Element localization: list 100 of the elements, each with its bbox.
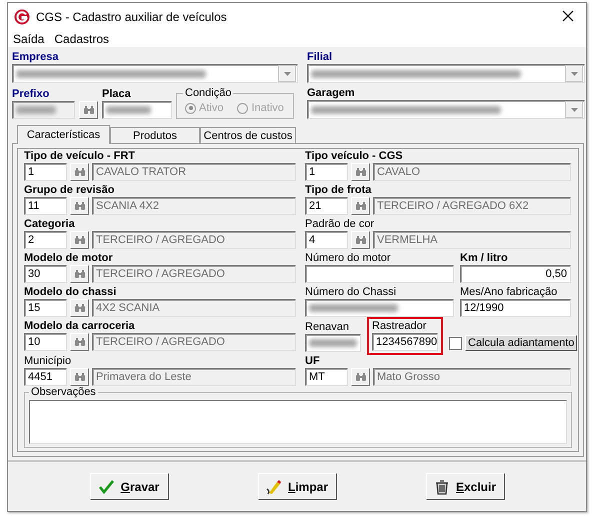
input-field[interactable]	[305, 334, 361, 352]
binoculars-icon	[74, 337, 86, 347]
field-label: Número do motor	[305, 252, 391, 265]
field-label: UF	[305, 355, 320, 368]
input-field: VERMELHA	[373, 231, 571, 249]
checkmark-icon	[98, 478, 115, 494]
dropdown-arrow-icon	[570, 72, 578, 76]
field-label: Filial	[307, 51, 332, 64]
field-label: Empresa	[12, 51, 58, 64]
field-label: Município	[24, 355, 72, 368]
input-field: TERCEIRO / AGREGADO	[92, 265, 296, 283]
binoculars-icon	[354, 167, 366, 177]
input-field[interactable]: 1	[24, 163, 67, 181]
search-button[interactable]	[79, 101, 98, 119]
field-label: Grupo de revisão	[24, 184, 114, 197]
field-label: Placa	[102, 88, 131, 101]
menu-item[interactable]: Cadastros	[54, 32, 110, 46]
input-field: TERCEIRO / AGREGADO	[92, 333, 296, 351]
binoculars-icon	[82, 105, 94, 115]
input-field[interactable]: MT	[305, 368, 348, 386]
binoculars-icon	[74, 167, 86, 177]
field-label: Modelo do chassi	[24, 286, 116, 299]
input-field[interactable]: 0,50	[460, 265, 571, 283]
field-label: Tipo de frota	[305, 184, 372, 197]
input-field: CAVALO TRATOR	[92, 163, 296, 181]
field-label: Garagem	[307, 87, 355, 100]
search-button[interactable]	[70, 231, 89, 249]
field-label: Modelo de motor	[24, 252, 113, 265]
input-field[interactable]	[102, 101, 172, 119]
input-field[interactable]: 1234567890	[372, 333, 438, 351]
input-field: 4X2 SCANIA	[92, 299, 296, 317]
search-button[interactable]	[70, 265, 89, 283]
input-field[interactable]: 10	[24, 333, 67, 351]
input-field: CAVALO	[373, 163, 571, 181]
checkbox[interactable]	[449, 336, 462, 350]
logo-icon	[14, 9, 30, 25]
field-label: Tipo de veículo - FRT	[24, 150, 136, 163]
search-button[interactable]	[70, 368, 89, 386]
field-label: Rastreador	[372, 320, 426, 333]
input-field[interactable]	[12, 101, 75, 119]
clear-button[interactable]: Limpar	[258, 473, 336, 500]
binoculars-icon	[74, 372, 86, 382]
delete-button[interactable]: Excluir	[426, 473, 504, 500]
field-label: Km / litro	[460, 252, 508, 265]
input-field[interactable]: 1	[305, 163, 348, 181]
input-field[interactable]: 12/1990	[460, 299, 571, 317]
input-field[interactable]: 15	[24, 299, 67, 317]
search-button[interactable]	[351, 163, 370, 181]
binoculars-icon	[354, 235, 366, 245]
input-field[interactable]: 21	[305, 197, 348, 215]
binoculars-icon	[74, 303, 86, 313]
group-label: Condição	[183, 87, 234, 99]
field-label: Renavan	[305, 321, 350, 334]
binoculars-icon	[74, 235, 86, 245]
input-field[interactable]	[305, 265, 454, 283]
dropdown-field[interactable]	[307, 100, 585, 119]
field-label: Tipo veículo - CGS	[305, 150, 403, 163]
field-label: Prefixo	[12, 88, 50, 101]
search-button[interactable]	[351, 231, 370, 249]
text-area[interactable]	[29, 400, 567, 444]
binoculars-icon	[354, 372, 366, 382]
close-icon	[562, 10, 574, 22]
input-field[interactable]: 11	[24, 197, 67, 215]
group-label: Observações	[29, 386, 98, 398]
dropdown-field[interactable]	[12, 64, 298, 83]
input-field[interactable]: 2	[24, 231, 67, 249]
search-button[interactable]	[70, 299, 89, 317]
search-button[interactable]	[70, 197, 89, 215]
save-button[interactable]: Gravar	[90, 473, 168, 500]
field-label: Padrão de cor	[305, 218, 374, 231]
search-button[interactable]	[70, 333, 89, 351]
field-label: Número do Chassi	[305, 286, 396, 299]
input-field: SCANIA 4X2	[92, 197, 296, 215]
input-field[interactable]: 30	[24, 265, 67, 283]
field-label: Modelo da carroceria	[24, 320, 135, 333]
dropdown-arrow-icon	[570, 108, 578, 112]
search-button[interactable]	[351, 197, 370, 215]
input-field[interactable]: 4	[305, 231, 348, 249]
tab[interactable]: Características	[17, 125, 110, 144]
search-button[interactable]	[70, 163, 89, 181]
trash-can-icon	[434, 478, 450, 494]
menu-item[interactable]: Saída	[13, 32, 44, 46]
input-field[interactable]: 4451	[24, 368, 67, 386]
search-button[interactable]	[351, 368, 370, 386]
tab[interactable]: Centros de custos	[200, 127, 296, 143]
dropdown-arrow-icon	[284, 72, 290, 76]
input-field[interactable]	[305, 299, 454, 317]
binoculars-icon	[74, 269, 86, 279]
tab[interactable]: Produtos	[110, 127, 200, 143]
binoculars-icon	[74, 201, 86, 211]
field-label: Categoria	[24, 218, 75, 231]
calculate-button[interactable]: Calcula adiantamento	[465, 335, 578, 351]
field-label: Mes/Ano fabricação	[460, 286, 558, 299]
input-field: Primavera do Leste	[92, 368, 296, 386]
input-field: TERCEIRO / AGREGADO	[92, 231, 296, 249]
window-title: CGS - Cadastro auxiliar de veículos	[36, 10, 228, 24]
binoculars-icon	[354, 201, 366, 211]
dropdown-field[interactable]	[307, 64, 585, 83]
pencil-icon	[266, 478, 282, 494]
input-field: Mato Grosso	[373, 368, 571, 386]
